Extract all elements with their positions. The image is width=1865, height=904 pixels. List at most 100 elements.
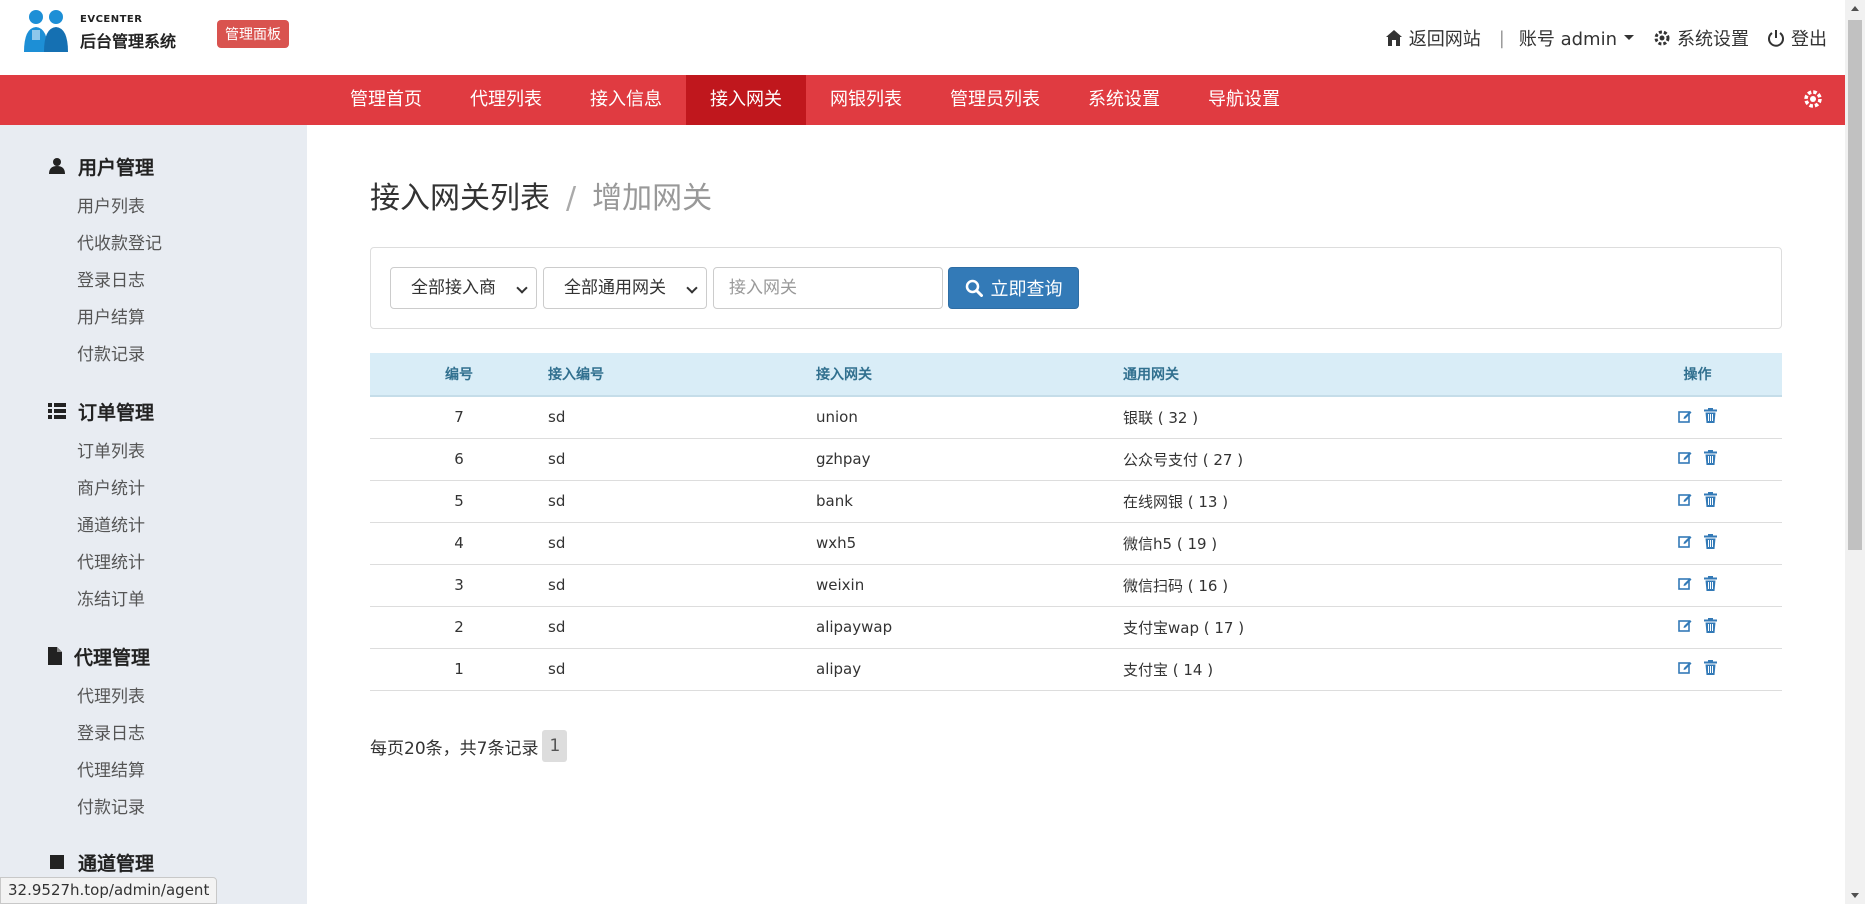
nav-item-access-info[interactable]: 接入信息 bbox=[566, 75, 686, 125]
sidebar-item-agent-login-log[interactable]: 登录日志 bbox=[48, 716, 307, 753]
settings-link[interactable]: 系统设置 bbox=[1653, 25, 1749, 51]
pagination: 每页20条，共7条记录 1 bbox=[370, 730, 568, 762]
sidebar-item-frozen-orders[interactable]: 冻结订单 bbox=[48, 582, 307, 619]
divider: | bbox=[1498, 27, 1505, 49]
sidebar-item-agent-settlement[interactable]: 代理结算 bbox=[48, 753, 307, 790]
add-gateway-link[interactable]: 增加网关 bbox=[592, 181, 712, 216]
cell-access-gateway: alipaywap bbox=[816, 606, 1123, 649]
edit-icon[interactable] bbox=[1678, 576, 1692, 591]
provider-select[interactable]: 全部接入商 bbox=[390, 267, 537, 309]
table-row: 2 sd alipaywap 支付宝wap ( 17 ) bbox=[370, 606, 1782, 649]
gateway-select[interactable]: 全部通用网关 bbox=[543, 267, 707, 309]
trash-icon[interactable] bbox=[1704, 491, 1717, 507]
breadcrumb-current: 接入网关列表 bbox=[370, 181, 550, 216]
query-button-label: 立即查询 bbox=[990, 279, 1063, 300]
edit-icon[interactable] bbox=[1678, 660, 1692, 675]
status-bar-url: 32.9527h.top/admin/agent bbox=[0, 877, 218, 904]
provider-select-value: 全部接入商 bbox=[411, 278, 496, 298]
settings-label: 系统设置 bbox=[1677, 29, 1749, 50]
logout-link[interactable]: 登出 bbox=[1767, 25, 1827, 51]
account-dropdown[interactable]: 账号 admin bbox=[1519, 25, 1635, 51]
cell-access-code: sd bbox=[548, 564, 816, 607]
sidebar-item-merchant-stats[interactable]: 商户统计 bbox=[48, 471, 307, 508]
cell-common-gateway: 银联 ( 32 ) bbox=[1123, 396, 1613, 439]
edit-icon[interactable] bbox=[1678, 618, 1692, 633]
back-to-site-label: 返回网站 bbox=[1408, 29, 1481, 50]
sidebar-item-agent-stats[interactable]: 代理统计 bbox=[48, 545, 307, 582]
sidebar-item-payment-records[interactable]: 付款记录 bbox=[48, 337, 307, 374]
nav-item-access-gateway[interactable]: 接入网关 bbox=[686, 75, 806, 125]
sidebar-item-user-list[interactable]: 用户列表 bbox=[48, 189, 307, 226]
edit-icon[interactable] bbox=[1678, 409, 1692, 423]
cell-id: 5 bbox=[370, 480, 548, 523]
cell-actions bbox=[1613, 564, 1782, 607]
cell-common-gateway: 微信h5 ( 19 ) bbox=[1123, 522, 1613, 565]
col-header-id: 编号 bbox=[370, 353, 548, 397]
sidebar-item-collection-register[interactable]: 代收款登记 bbox=[48, 226, 307, 263]
nav-item-nav-settings[interactable]: 导航设置 bbox=[1184, 75, 1304, 125]
cell-common-gateway: 微信扫码 ( 16 ) bbox=[1123, 564, 1613, 607]
sidebar-item-agent-payment-records[interactable]: 付款记录 bbox=[48, 790, 307, 827]
sidebar-group-title: 代理管理 bbox=[48, 641, 307, 671]
trash-icon[interactable] bbox=[1704, 449, 1717, 465]
cell-common-gateway: 支付宝 ( 14 ) bbox=[1123, 648, 1613, 691]
sidebar-group-agents: 代理管理 代理列表 登录日志 代理结算 付款记录 bbox=[0, 641, 307, 827]
trash-icon[interactable] bbox=[1704, 575, 1717, 591]
edit-icon[interactable] bbox=[1678, 534, 1692, 549]
nav-gear-icon[interactable] bbox=[1803, 89, 1823, 109]
sidebar-group-label: 订单管理 bbox=[78, 401, 155, 424]
sidebar-item-order-list[interactable]: 订单列表 bbox=[48, 434, 307, 471]
edit-icon[interactable] bbox=[1678, 450, 1692, 465]
nav-item-admins[interactable]: 管理员列表 bbox=[926, 75, 1064, 125]
gateway-search-input[interactable]: 接入网关 bbox=[713, 267, 943, 309]
sidebar-group-title: 用户管理 bbox=[48, 151, 307, 181]
cell-id: 1 bbox=[370, 648, 548, 691]
query-button[interactable]: 立即查询 bbox=[948, 267, 1079, 309]
trash-icon[interactable] bbox=[1704, 617, 1717, 633]
page-button-current[interactable]: 1 bbox=[542, 730, 568, 762]
caret-down-icon bbox=[1624, 35, 1634, 40]
sidebar-group-label: 代理管理 bbox=[74, 646, 151, 669]
top-header: EVCENTER 后台管理系统 管理面板 返回网站 | 账号 admin 系统设… bbox=[0, 0, 1845, 75]
cell-id: 7 bbox=[370, 396, 548, 439]
cell-access-code: sd bbox=[548, 438, 816, 481]
cell-actions bbox=[1613, 480, 1782, 523]
sidebar-group-title: 订单管理 bbox=[48, 396, 307, 426]
logout-label: 登出 bbox=[1791, 29, 1827, 50]
nav-item-bank-list[interactable]: 网银列表 bbox=[806, 75, 926, 125]
trash-icon[interactable] bbox=[1704, 659, 1717, 675]
table-row: 1 sd alipay 支付宝 ( 14 ) bbox=[370, 648, 1782, 691]
main-nav: 管理首页 代理列表 接入信息 接入网关 网银列表 管理员列表 系统设置 导航设置 bbox=[0, 75, 1845, 125]
back-to-site-link[interactable]: 返回网站 bbox=[1385, 25, 1481, 51]
scroll-down-arrow-icon[interactable] bbox=[1851, 893, 1859, 898]
cell-access-gateway: weixin bbox=[816, 564, 1123, 607]
cell-access-code: sd bbox=[548, 606, 816, 649]
table-row: 6 sd gzhpay 公众号支付 ( 27 ) bbox=[370, 438, 1782, 481]
cell-actions bbox=[1613, 396, 1782, 439]
table-row: 7 sd union 银联 ( 32 ) bbox=[370, 396, 1782, 439]
breadcrumb-separator: / bbox=[566, 181, 577, 216]
edit-icon[interactable] bbox=[1678, 492, 1692, 507]
sidebar-item-login-log[interactable]: 登录日志 bbox=[48, 263, 307, 300]
sidebar: 用户管理 用户列表 代收款登记 登录日志 用户结算 付款记录 订单管理 订单列表… bbox=[0, 125, 307, 904]
page-scrollbar[interactable] bbox=[1845, 0, 1865, 904]
cell-id: 2 bbox=[370, 606, 548, 649]
panel-badge: 管理面板 bbox=[217, 20, 289, 48]
cell-common-gateway: 在线网银 ( 13 ) bbox=[1123, 480, 1613, 523]
scroll-up-arrow-icon[interactable] bbox=[1851, 6, 1859, 11]
nav-item-agents[interactable]: 代理列表 bbox=[446, 75, 566, 125]
user-icon bbox=[49, 158, 65, 174]
nav-item-system-settings[interactable]: 系统设置 bbox=[1064, 75, 1184, 125]
cell-access-code: sd bbox=[548, 648, 816, 691]
nav-item-home[interactable]: 管理首页 bbox=[326, 75, 446, 125]
sidebar-item-user-settlement[interactable]: 用户结算 bbox=[48, 300, 307, 337]
trash-icon[interactable] bbox=[1704, 408, 1717, 423]
sidebar-item-agent-list[interactable]: 代理列表 bbox=[48, 679, 307, 716]
trash-icon[interactable] bbox=[1704, 533, 1717, 549]
cell-common-gateway: 公众号支付 ( 27 ) bbox=[1123, 438, 1613, 481]
cell-id: 3 bbox=[370, 564, 548, 607]
sidebar-item-channel-stats[interactable]: 通道统计 bbox=[48, 508, 307, 545]
cell-access-gateway: gzhpay bbox=[816, 438, 1123, 481]
scrollbar-thumb[interactable] bbox=[1848, 20, 1862, 550]
sidebar-group-users: 用户管理 用户列表 代收款登记 登录日志 用户结算 付款记录 bbox=[0, 151, 307, 374]
